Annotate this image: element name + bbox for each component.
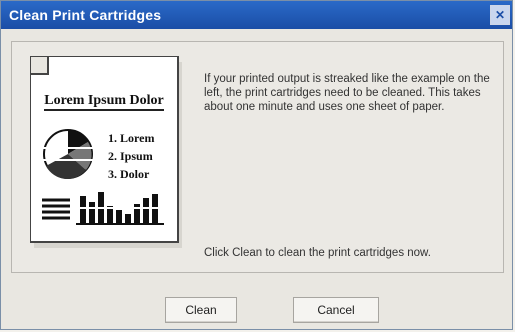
title-bar: Clean Print Cartridges ✕ xyxy=(1,1,512,29)
bar xyxy=(143,198,149,224)
close-icon: ✕ xyxy=(494,8,506,22)
close-button[interactable]: ✕ xyxy=(490,5,510,25)
cancel-button[interactable]: Cancel xyxy=(293,297,379,323)
bar xyxy=(89,202,95,224)
dialog-title: Clean Print Cartridges xyxy=(9,7,162,23)
description-text: If your printed output is streaked like … xyxy=(204,73,490,113)
list-item-2: 2. Ipsum xyxy=(108,149,153,163)
dialog-window: Clean Print Cartridges ✕ Lorem Ipsum Dol… xyxy=(0,0,513,330)
bar xyxy=(125,214,131,224)
list-item-1: 1. Lorem xyxy=(108,131,154,145)
content-panel: Lorem Ipsum Dolor 1. Lorem 2. Ipsum 3. D… xyxy=(11,41,504,273)
list-item-3: 3. Dolor xyxy=(108,167,150,181)
bar xyxy=(80,196,86,224)
illustration-heading: Lorem Ipsum Dolor xyxy=(44,93,164,108)
hint-text: Click Clean to clean the print cartridge… xyxy=(204,247,431,259)
clean-button[interactable]: Clean xyxy=(165,297,237,323)
page-fold xyxy=(30,56,49,75)
example-document-illustration: Lorem Ipsum Dolor 1. Lorem 2. Ipsum 3. D… xyxy=(30,56,182,248)
bar xyxy=(116,210,122,224)
